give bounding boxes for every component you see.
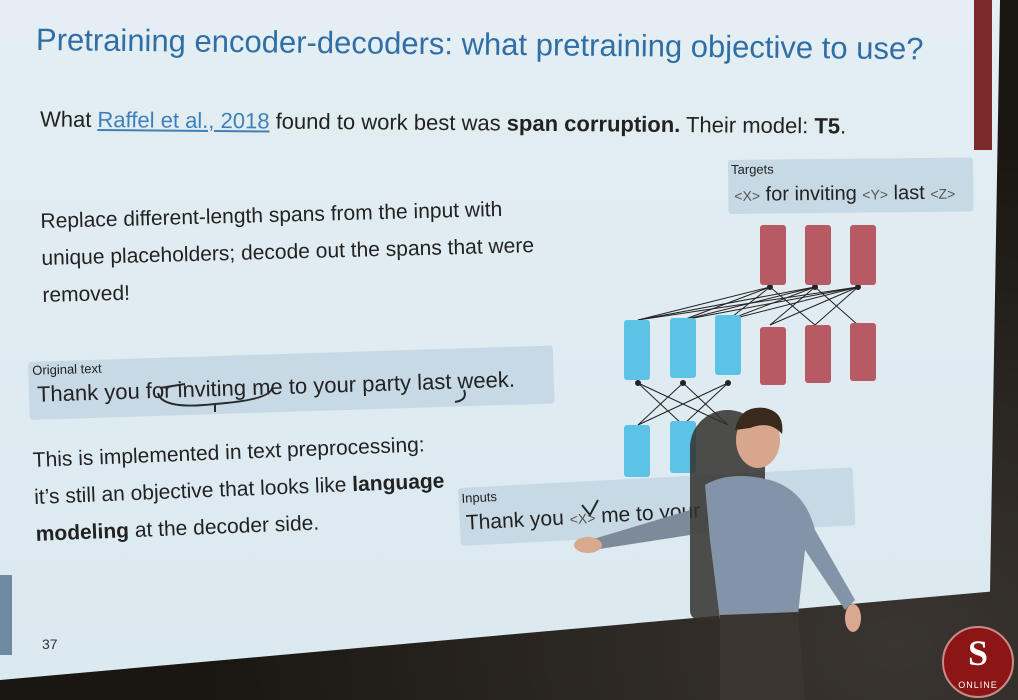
stanford-online-logo: S ONLINE xyxy=(942,626,1014,698)
logo-online-text: ONLINE xyxy=(958,680,998,690)
presenter xyxy=(574,407,861,700)
stanford-s-icon: S xyxy=(967,633,989,673)
